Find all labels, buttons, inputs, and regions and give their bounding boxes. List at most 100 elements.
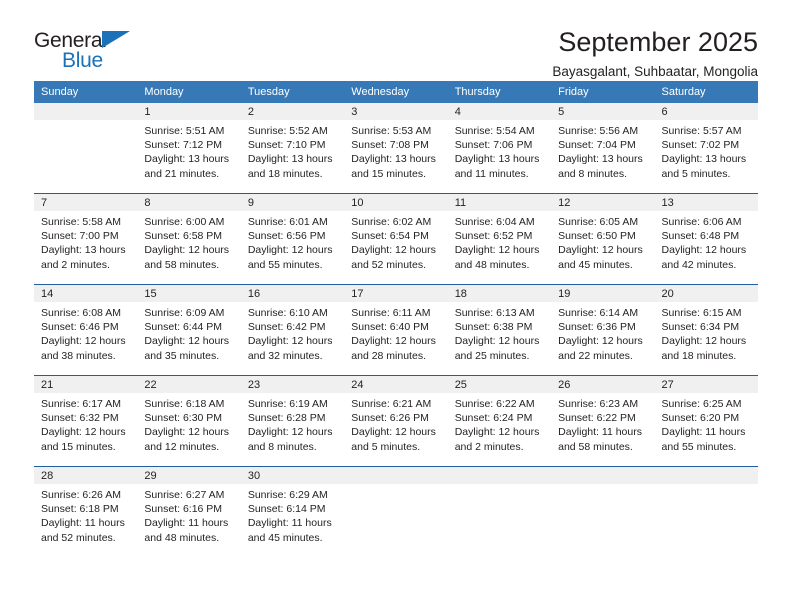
day-detail-line: Sunset: 6:30 PM bbox=[144, 412, 223, 425]
day-detail-line: Sunset: 6:38 PM bbox=[454, 321, 533, 334]
day-detail-line: Daylight: 12 hours bbox=[144, 244, 230, 257]
day-details: Sunrise: 6:13 AM Sunset: 6:38 PM Daylight:… bbox=[448, 302, 551, 363]
day-number: 1 bbox=[137, 103, 241, 120]
day-detail-line: Sunset: 6:26 PM bbox=[351, 412, 429, 425]
day-number: 5 bbox=[551, 103, 655, 120]
calendar-day-cell[interactable]: 29 Sunrise: 6:27 AM Sunset: 6:16 PM Dayligh… bbox=[137, 466, 241, 553]
day-detail-line: Daylight: 12 hours bbox=[558, 335, 643, 348]
calendar-day-cell[interactable]: 18 Sunrise: 6:13 AM Sunset: 6:38 PM Dayligh… bbox=[447, 284, 552, 376]
calendar-day-cell[interactable]: 3 Sunrise: 5:53 AM Sunset: 7:08 PM Daylight… bbox=[344, 103, 448, 194]
calendar-body: 1 Sunrise: 5:51 AM Sunset: 7:12 PM Daylight… bbox=[34, 103, 758, 553]
calendar-day-cell[interactable]: 7 Sunrise: 5:58 AM Sunset: 7:00 PM Daylight… bbox=[34, 193, 138, 285]
calendar-day-cell[interactable]: 27 Sunrise: 6:25 AM Sunset: 6:20 PM Dayligh… bbox=[654, 375, 758, 467]
calendar-week-row: 28 Sunrise: 6:26 AM Sunset: 6:18 PM Dayligh… bbox=[34, 466, 758, 553]
day-detail-line: Sunset: 6:32 PM bbox=[41, 412, 119, 425]
day-detail-line: and 52 minutes. bbox=[41, 531, 116, 544]
calendar-day-cell-empty bbox=[344, 466, 448, 553]
calendar-week-row: 1 Sunrise: 5:51 AM Sunset: 7:12 PM Daylight… bbox=[34, 103, 758, 194]
day-detail-line: and 5 minutes. bbox=[661, 167, 731, 180]
calendar-day-cell[interactable]: 16 Sunrise: 6:10 AM Sunset: 6:42 PM Dayligh… bbox=[240, 284, 345, 376]
day-detail-line: and 28 minutes. bbox=[351, 349, 426, 362]
calendar-day-cell[interactable]: 4 Sunrise: 5:54 AM Sunset: 7:06 PM Daylight… bbox=[447, 103, 552, 194]
day-detail-line: Daylight: 11 hours bbox=[247, 517, 332, 530]
day-details bbox=[551, 484, 654, 488]
calendar-day-cell[interactable]: 30 Sunrise: 6:29 AM Sunset: 6:14 PM Dayligh… bbox=[240, 466, 345, 553]
calendar-day-cell[interactable]: 1 Sunrise: 5:51 AM Sunset: 7:12 PM Daylight… bbox=[137, 103, 241, 194]
day-detail-line: Sunrise: 6:04 AM bbox=[454, 216, 535, 228]
calendar-day-cell[interactable]: 8 Sunrise: 6:00 AM Sunset: 6:58 PM Daylight… bbox=[137, 193, 241, 285]
calendar-day-cell[interactable]: 28 Sunrise: 6:26 AM Sunset: 6:18 PM Dayligh… bbox=[34, 466, 138, 553]
day-detail-line: Daylight: 13 hours bbox=[454, 153, 540, 166]
day-detail-line: Daylight: 12 hours bbox=[41, 335, 126, 348]
day-detail-line: and 45 minutes. bbox=[247, 531, 323, 544]
calendar-day-cell[interactable]: 9 Sunrise: 6:01 AM Sunset: 6:56 PM Daylight… bbox=[240, 193, 345, 285]
day-detail-line: Sunrise: 5:53 AM bbox=[351, 125, 432, 137]
calendar-page: General Blue September 2025 Bayasgalant,… bbox=[0, 0, 792, 612]
day-detail-line: Sunrise: 6:08 AM bbox=[41, 307, 121, 319]
day-details: Sunrise: 6:10 AM Sunset: 6:42 PM Daylight:… bbox=[241, 302, 344, 363]
day-detail-line: Sunrise: 6:11 AM bbox=[351, 307, 431, 319]
calendar-day-cell[interactable]: 15 Sunrise: 6:09 AM Sunset: 6:44 PM Dayligh… bbox=[137, 284, 241, 376]
day-details: Sunrise: 6:09 AM Sunset: 6:44 PM Daylight:… bbox=[137, 302, 240, 363]
calendar-day-cell[interactable]: 21 Sunrise: 6:17 AM Sunset: 6:32 PM Dayligh… bbox=[34, 375, 138, 467]
day-details: Sunrise: 5:52 AM Sunset: 7:10 PM Daylight:… bbox=[241, 120, 344, 181]
day-detail-line: Sunset: 6:42 PM bbox=[247, 321, 326, 334]
day-details bbox=[448, 484, 551, 488]
day-detail-line: Sunset: 7:08 PM bbox=[351, 139, 429, 152]
calendar-day-cell-empty bbox=[654, 466, 758, 553]
day-number: 26 bbox=[551, 376, 655, 393]
weekday-header-thursday: Thursday bbox=[447, 81, 552, 103]
day-number: 12 bbox=[551, 194, 655, 211]
calendar-day-cell[interactable]: 26 Sunrise: 6:23 AM Sunset: 6:22 PM Dayligh… bbox=[551, 375, 655, 467]
day-details: Sunrise: 6:26 AM Sunset: 6:18 PM Daylight:… bbox=[34, 484, 137, 545]
day-detail-line: Daylight: 12 hours bbox=[351, 426, 436, 439]
day-detail-line: Sunrise: 6:05 AM bbox=[558, 216, 639, 228]
day-number bbox=[344, 467, 448, 484]
weekday-header-monday: Monday bbox=[137, 81, 241, 103]
calendar-day-cell[interactable]: 10 Sunrise: 6:02 AM Sunset: 6:54 PM Dayligh… bbox=[344, 193, 448, 285]
day-number: 10 bbox=[344, 194, 448, 211]
day-detail-line: and 45 minutes. bbox=[558, 258, 633, 271]
day-detail-line: Sunset: 6:16 PM bbox=[144, 503, 223, 516]
day-detail-line: Daylight: 12 hours bbox=[351, 244, 436, 257]
calendar-day-cell[interactable]: 14 Sunrise: 6:08 AM Sunset: 6:46 PM Dayligh… bbox=[34, 284, 138, 376]
calendar-day-cell[interactable]: 20 Sunrise: 6:15 AM Sunset: 6:34 PM Dayligh… bbox=[654, 284, 758, 376]
day-detail-line: Sunrise: 6:01 AM bbox=[247, 216, 328, 228]
day-details: Sunrise: 6:25 AM Sunset: 6:20 PM Daylight:… bbox=[655, 393, 758, 454]
day-detail-line: Sunset: 6:36 PM bbox=[558, 321, 636, 334]
day-detail-line: and 58 minutes. bbox=[558, 440, 633, 453]
day-details: Sunrise: 5:56 AM Sunset: 7:04 PM Daylight:… bbox=[551, 120, 654, 181]
calendar-day-cell[interactable]: 5 Sunrise: 5:56 AM Sunset: 7:04 PM Daylight… bbox=[551, 103, 655, 194]
logo-word-blue: Blue bbox=[62, 49, 103, 72]
calendar-day-cell[interactable]: 13 Sunrise: 6:06 AM Sunset: 6:48 PM Dayligh… bbox=[654, 193, 758, 285]
page-title: September 2025 bbox=[558, 27, 758, 57]
calendar-day-cell[interactable]: 22 Sunrise: 6:18 AM Sunset: 6:30 PM Dayligh… bbox=[137, 375, 241, 467]
calendar-day-cell[interactable]: 6 Sunrise: 5:57 AM Sunset: 7:02 PM Daylight… bbox=[654, 103, 758, 194]
day-number: 22 bbox=[137, 376, 241, 393]
day-detail-line: and 18 minutes. bbox=[661, 349, 737, 362]
day-detail-line: and 11 minutes. bbox=[454, 167, 529, 180]
day-details: Sunrise: 6:01 AM Sunset: 6:56 PM Daylight:… bbox=[241, 211, 344, 272]
day-number: 25 bbox=[447, 376, 552, 393]
day-detail-line: Sunset: 6:44 PM bbox=[144, 321, 223, 334]
calendar-day-cell[interactable]: 24 Sunrise: 6:21 AM Sunset: 6:26 PM Dayligh… bbox=[344, 375, 448, 467]
day-detail-line: and 42 minutes. bbox=[661, 258, 737, 271]
day-detail-line: Daylight: 12 hours bbox=[661, 244, 747, 257]
calendar-day-cell[interactable]: 11 Sunrise: 6:04 AM Sunset: 6:52 PM Dayligh… bbox=[447, 193, 552, 285]
calendar-day-cell[interactable]: 17 Sunrise: 6:11 AM Sunset: 6:40 PM Dayligh… bbox=[344, 284, 448, 376]
day-details bbox=[655, 484, 758, 488]
general-blue-logo[interactable]: General Blue bbox=[34, 28, 154, 74]
day-detail-line: Sunset: 6:28 PM bbox=[247, 412, 326, 425]
calendar-day-cell[interactable]: 25 Sunrise: 6:22 AM Sunset: 6:24 PM Dayligh… bbox=[447, 375, 552, 467]
day-details: Sunrise: 6:21 AM Sunset: 6:26 PM Daylight:… bbox=[344, 393, 447, 454]
calendar-day-cell[interactable]: 12 Sunrise: 6:05 AM Sunset: 6:50 PM Dayligh… bbox=[551, 193, 655, 285]
calendar-day-cell[interactable]: 23 Sunrise: 6:19 AM Sunset: 6:28 PM Dayligh… bbox=[240, 375, 345, 467]
calendar-day-cell[interactable]: 19 Sunrise: 6:14 AM Sunset: 6:36 PM Dayligh… bbox=[551, 284, 655, 376]
day-detail-line: Daylight: 12 hours bbox=[454, 426, 540, 439]
day-details: Sunrise: 6:00 AM Sunset: 6:58 PM Daylight:… bbox=[137, 211, 240, 272]
day-details: Sunrise: 6:04 AM Sunset: 6:52 PM Daylight:… bbox=[448, 211, 551, 272]
day-number bbox=[551, 467, 655, 484]
day-detail-line: Sunset: 7:02 PM bbox=[661, 139, 740, 152]
calendar-day-cell[interactable]: 2 Sunrise: 5:52 AM Sunset: 7:10 PM Daylight… bbox=[240, 103, 345, 194]
day-detail-line: and 18 minutes. bbox=[247, 167, 323, 180]
